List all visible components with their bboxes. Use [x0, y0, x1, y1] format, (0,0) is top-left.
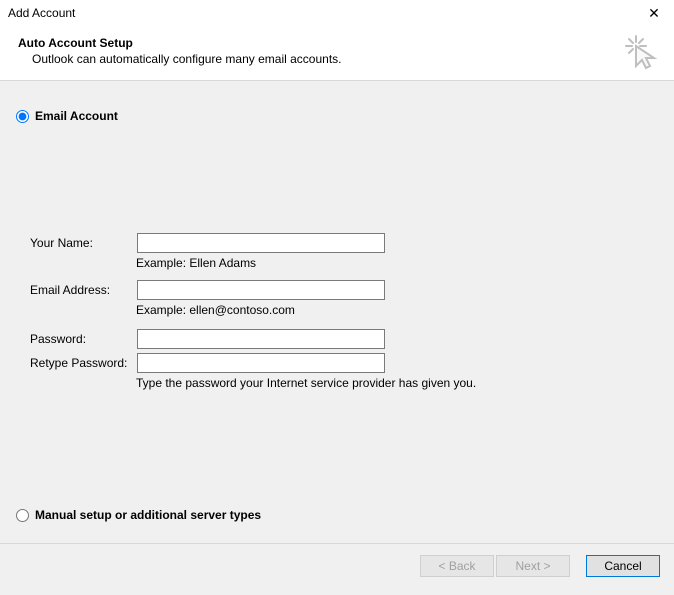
- back-button: < Back: [420, 555, 494, 577]
- manual-setup-radio[interactable]: [16, 509, 29, 522]
- email-input[interactable]: [137, 280, 385, 300]
- password-hint: Type the password your Internet service …: [136, 376, 476, 390]
- titlebar: Add Account ✕: [0, 0, 674, 28]
- next-button: Next >: [496, 555, 570, 577]
- email-account-radio-row[interactable]: Email Account: [16, 109, 118, 123]
- password-row: Password:: [30, 329, 630, 349]
- email-account-radio[interactable]: [16, 110, 29, 123]
- cursor-click-icon: [622, 32, 662, 72]
- your-name-hint: Example: Ellen Adams: [136, 256, 256, 270]
- footer: < Back Next > Cancel: [0, 544, 674, 589]
- dialog-body: Email Account Your Name: Example: Ellen …: [0, 81, 674, 544]
- window-title: Add Account: [8, 6, 75, 20]
- manual-setup-label: Manual setup or additional server types: [35, 508, 261, 522]
- header-title: Auto Account Setup: [18, 36, 660, 50]
- close-button[interactable]: ✕: [634, 0, 674, 28]
- retype-password-label: Retype Password:: [30, 356, 134, 370]
- retype-password-input[interactable]: [137, 353, 385, 373]
- email-label: Email Address:: [30, 283, 134, 297]
- your-name-label: Your Name:: [30, 236, 134, 250]
- password-input[interactable]: [137, 329, 385, 349]
- close-icon: ✕: [648, 5, 660, 21]
- email-hint: Example: ellen@contoso.com: [136, 303, 295, 317]
- header-subtitle: Outlook can automatically configure many…: [32, 52, 660, 66]
- cancel-button[interactable]: Cancel: [586, 555, 660, 577]
- password-label: Password:: [30, 332, 134, 346]
- email-row: Email Address:: [30, 280, 630, 300]
- retype-password-row: Retype Password:: [30, 353, 630, 373]
- your-name-row: Your Name:: [30, 233, 630, 253]
- email-account-label: Email Account: [35, 109, 118, 123]
- your-name-input[interactable]: [137, 233, 385, 253]
- add-account-dialog: Add Account ✕ Auto Account Setup Outlook…: [0, 0, 674, 595]
- manual-setup-radio-row[interactable]: Manual setup or additional server types: [16, 508, 261, 522]
- header: Auto Account Setup Outlook can automatic…: [0, 28, 674, 81]
